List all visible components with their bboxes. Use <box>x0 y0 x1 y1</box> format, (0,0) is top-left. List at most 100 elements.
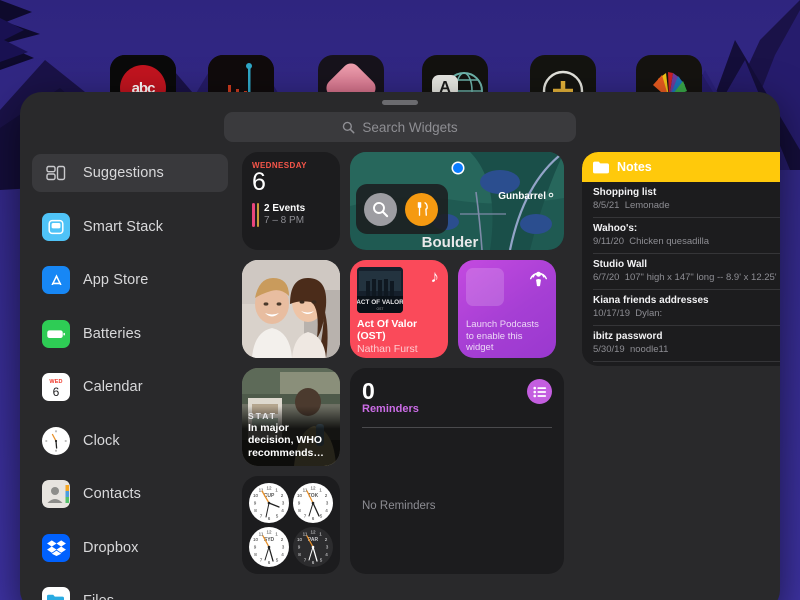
svg-text:4: 4 <box>281 552 284 557</box>
files-icon <box>42 587 70 600</box>
contacts-icon <box>42 480 70 508</box>
music-note-icon: ♪ <box>430 267 440 286</box>
svg-text:4: 4 <box>325 552 328 557</box>
note-subtitle: 9/11/20 Chicken quesadilla <box>593 236 780 248</box>
podcast-message: Launch Podcasts to enable this widget <box>466 319 539 353</box>
sidebar-item-suggestions[interactable]: Suggestions <box>32 154 228 192</box>
note-row[interactable]: Kiana friends addresses 10/17/19 Dylan: <box>593 290 780 326</box>
svg-text:9: 9 <box>298 501 301 506</box>
folder-icon <box>593 161 609 173</box>
note-row[interactable]: Wahoo's: 9/11/20 Chicken quesadilla <box>593 218 780 254</box>
search-placeholder: Search Widgets <box>362 119 458 135</box>
svg-text:3: 3 <box>326 501 329 506</box>
reminders-divider <box>362 427 552 428</box>
sidebar-item-files[interactable]: Files <box>32 582 228 600</box>
clock-icon <box>42 426 70 455</box>
note-date: 6/7/20 <box>593 272 620 283</box>
sidebar-item-label: Files <box>83 593 114 600</box>
note-date: 9/11/20 <box>593 236 624 247</box>
calendar-icon: WED 6 <box>42 373 70 401</box>
list-icon <box>532 386 546 397</box>
calendar-event: 2 Events 7 – 8 PM <box>252 203 331 227</box>
svg-text:7: 7 <box>260 558 263 563</box>
svg-text:1: 1 <box>275 488 278 493</box>
widget-calendar[interactable]: WEDNESDAY 6 2 Events 7 – 8 PM <box>242 152 340 250</box>
note-preview: Dylan: <box>635 308 663 319</box>
sidebar-item-dropbox[interactable]: Dropbox <box>32 529 228 567</box>
sidebar-item-label: Batteries <box>83 325 142 342</box>
sidebar-item-clock[interactable]: Clock <box>32 422 228 460</box>
music-artist: Nathan Furst <box>357 343 418 355</box>
news-source: STAT <box>248 410 277 421</box>
note-row[interactable]: Shopping list 8/5/21 Lemonade <box>593 182 780 218</box>
maps-restaurant-button[interactable] <box>405 192 438 226</box>
widget-column-2: Gunbarrel Boulder ACT OF VALOR OST ♪ Act… <box>350 152 564 600</box>
svg-text:3: 3 <box>282 545 285 550</box>
svg-text:9: 9 <box>298 545 301 550</box>
sidebar-item-app-store[interactable]: App Store <box>32 261 228 299</box>
svg-text:2: 2 <box>281 537 284 542</box>
gallery-body: Suggestions Smart Stack App Store Batter… <box>20 152 780 600</box>
maps-search-button[interactable] <box>364 192 397 226</box>
news-headline: In major decision, WHO recommends… <box>248 421 324 459</box>
album-art-act-of-valor: ACT OF VALOR OST <box>357 267 403 313</box>
svg-text:3: 3 <box>326 545 329 550</box>
search-row: Search Widgets <box>20 105 780 152</box>
widget-world-clock[interactable]: CUP 12 3 6 9 1245 7 8 10 11 TOK 12 3 6 9… <box>242 476 340 574</box>
svg-text:9: 9 <box>254 501 257 506</box>
sidebar-item-contacts[interactable]: Contacts <box>32 475 228 513</box>
svg-text:7: 7 <box>260 514 263 519</box>
note-row[interactable]: ibitz password 5/30/19 noodle11 <box>593 326 780 362</box>
svg-text:1: 1 <box>275 532 278 537</box>
search-input[interactable]: Search Widgets <box>224 112 576 142</box>
calendar-events-time: 7 – 8 PM <box>264 215 305 226</box>
note-preview: Chicken quesadilla <box>629 236 710 247</box>
sidebar-item-calendar[interactable]: WED 6 Calendar <box>32 368 228 406</box>
svg-text:8: 8 <box>298 552 301 557</box>
svg-text:2: 2 <box>325 537 328 542</box>
svg-text:5: 5 <box>276 514 279 519</box>
svg-text:7: 7 <box>304 558 307 563</box>
svg-text:12: 12 <box>310 486 316 491</box>
svg-text:5: 5 <box>320 514 323 519</box>
svg-text:6: 6 <box>268 560 271 565</box>
svg-text:OST: OST <box>377 307 384 311</box>
sidebar-item-label: Contacts <box>83 486 142 502</box>
widget-podcasts[interactable]: Launch Podcasts to enable this widget <box>458 260 556 358</box>
note-row[interactable]: Studio Wall 6/7/20 107" high x 147" long… <box>593 254 780 290</box>
widget-news[interactable]: STAT In major decision, WHO recommends… <box>242 368 340 466</box>
sidebar-item-label: App Store <box>83 272 149 288</box>
notes-header-label: Notes <box>617 160 652 174</box>
widget-music[interactable]: ACT OF VALOR OST ♪ Act Of Valor (OST) Na… <box>350 260 448 358</box>
svg-text:Gunbarrel: Gunbarrel <box>498 191 546 202</box>
widget-category-sidebar: Suggestions Smart Stack App Store Batter… <box>32 152 228 600</box>
search-icon <box>343 121 355 133</box>
svg-text:10: 10 <box>253 537 259 542</box>
svg-text:3: 3 <box>282 501 285 506</box>
reminders-list-button[interactable] <box>527 379 552 404</box>
sidebar-item-label: Clock <box>83 432 120 449</box>
reminders-empty-text: No Reminders <box>362 500 436 512</box>
widget-photos[interactable] <box>242 260 340 358</box>
note-subtitle: 5/30/19 noodle11 <box>593 344 780 356</box>
note-date: 8/5/21 <box>593 200 620 211</box>
svg-text:2: 2 <box>325 493 328 498</box>
sidebar-item-batteries[interactable]: Batteries <box>32 315 228 353</box>
note-preview: noodle11 <box>629 344 669 355</box>
clock-face-syd: SYD 12 3 6 9 1245 7 8 10 11 <box>248 526 290 568</box>
svg-text:12: 12 <box>266 530 272 535</box>
widget-notes[interactable]: Notes Shopping list 8/5/21 Lemonade Waho… <box>582 152 780 366</box>
sidebar-item-smart-stack[interactable]: Smart Stack <box>32 208 228 246</box>
podcast-icon <box>529 268 548 292</box>
calendar-event-bars <box>252 203 259 227</box>
podcast-placeholder-thumb <box>466 268 504 306</box>
svg-text:8: 8 <box>254 552 257 557</box>
svg-text:10: 10 <box>297 537 303 542</box>
svg-text:1: 1 <box>319 488 322 493</box>
reminders-count: 0 <box>362 378 375 404</box>
svg-text:10: 10 <box>253 493 259 498</box>
widget-maps[interactable]: Gunbarrel Boulder <box>350 152 564 250</box>
note-preview: Lemonade <box>624 200 670 211</box>
widget-reminders[interactable]: 0 Reminders No Reminders <box>350 368 564 574</box>
svg-text:9: 9 <box>254 545 257 550</box>
